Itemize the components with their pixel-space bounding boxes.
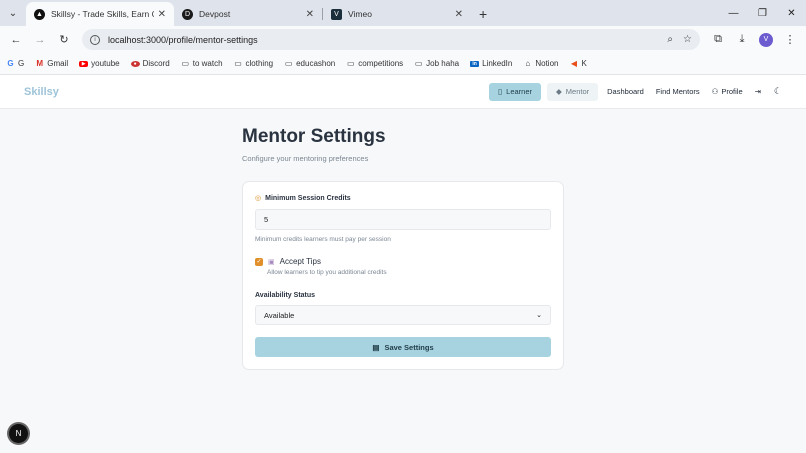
- availability-select[interactable]: Available ⌄: [255, 305, 551, 325]
- gmail-icon: M: [36, 59, 44, 68]
- youtube-icon: ▶: [79, 60, 89, 67]
- page-subtitle: Configure your mentoring preferences: [242, 154, 369, 163]
- logout-icon[interactable]: ⇥: [752, 87, 764, 96]
- download-icon[interactable]: ⤓: [732, 30, 752, 50]
- min-credits-input[interactable]: 5: [255, 209, 551, 230]
- dashboard-link[interactable]: Dashboard: [604, 87, 647, 96]
- bookmark-youtube[interactable]: ▶ youtube: [79, 59, 120, 68]
- availability-value: Available: [264, 310, 295, 320]
- settings-main: Mentor Settings Configure your mentoring…: [242, 126, 564, 370]
- find-mentors-link[interactable]: Find Mentors: [653, 87, 703, 96]
- site-info-icon[interactable]: i: [90, 34, 100, 45]
- notion-icon: ⌂: [525, 59, 531, 68]
- browser-toolbar: ← → ↻ i localhost:3000/profile/mentor-se…: [0, 26, 806, 53]
- accept-tips-checkbox[interactable]: ✓: [255, 257, 263, 266]
- accept-tips-row: ✓ ▣ Accept Tips: [255, 257, 551, 266]
- bookmark-google[interactable]: GG: [6, 59, 24, 68]
- address-bar[interactable]: i localhost:3000/profile/mentor-settings…: [82, 29, 700, 50]
- moon-icon[interactable]: ☾: [774, 86, 782, 97]
- minimize-icon[interactable]: —: [719, 0, 748, 26]
- nextjs-badge[interactable]: N: [9, 424, 28, 443]
- folder-icon: ▭: [181, 59, 189, 68]
- forward-icon[interactable]: →: [30, 30, 50, 50]
- user-icon: ⚇: [711, 87, 719, 96]
- min-credits-label: ◎ Minimum Session Credits: [255, 194, 351, 203]
- graduation-cap-icon: ◆: [556, 87, 562, 96]
- close-window-icon[interactable]: ✕: [777, 0, 806, 26]
- bookmark-folder[interactable]: ▭ Job haha: [414, 59, 459, 68]
- gift-icon: ▣: [268, 258, 275, 266]
- skillsy-favicon-icon: ▲: [34, 8, 45, 20]
- bookmark-folder[interactable]: ▭ competitions: [346, 59, 403, 68]
- book-icon: ▯: [498, 87, 503, 96]
- accept-tips-label[interactable]: Accept Tips: [280, 257, 321, 266]
- bookmark-notion[interactable]: ⌂ Notion: [523, 59, 558, 68]
- vimeo-favicon-icon: V: [331, 8, 342, 20]
- chevron-down-icon: ⌄: [536, 312, 542, 319]
- bookmark-gmail[interactable]: M Gmail: [35, 59, 68, 68]
- coins-icon: ◎: [255, 195, 262, 202]
- close-icon[interactable]: ✕: [158, 9, 166, 20]
- bookmark-star-icon[interactable]: ☆: [683, 34, 692, 45]
- folder-icon: ▭: [346, 59, 355, 68]
- bookmark-linkedin[interactable]: in LinkedIn: [470, 59, 512, 68]
- accept-tips-help: Allow learners to tip you additional cre…: [267, 269, 387, 276]
- restore-icon[interactable]: ❐: [748, 0, 777, 26]
- bookmark-folder[interactable]: ▭ educashon: [284, 59, 335, 68]
- save-settings-button[interactable]: ▤ Save Settings: [255, 337, 551, 357]
- tab-vimeo[interactable]: V Vimeo ✕: [323, 2, 471, 26]
- min-credits-help: Minimum credits learners must pay per se…: [255, 236, 391, 243]
- tab-search-icon[interactable]: ⌄: [4, 4, 22, 22]
- folder-icon: ▭: [234, 59, 242, 68]
- tab-skillsy[interactable]: ▲ Skillsy - Trade Skills, Earn Credit ✕: [26, 2, 174, 26]
- page-title: Mentor Settings: [242, 126, 386, 147]
- close-icon[interactable]: ✕: [306, 9, 314, 20]
- google-icon: G: [7, 59, 14, 68]
- extensions-icon[interactable]: ⧉: [708, 30, 728, 50]
- tab-title: Skillsy - Trade Skills, Earn Credit: [51, 9, 154, 19]
- bookmarks-bar: GG M Gmail ▶ youtube ● Discord ▭ to watch ▭ c…: [0, 53, 806, 75]
- profile-link[interactable]: ⚇ Profile: [709, 87, 746, 96]
- new-tab-icon[interactable]: +: [479, 6, 487, 22]
- linkedin-icon: in: [470, 60, 480, 67]
- k-icon: ◀: [570, 59, 578, 68]
- browser-tabstrip: ⌄ ▲ Skillsy - Trade Skills, Earn Credit …: [0, 0, 806, 26]
- profile-avatar[interactable]: V: [756, 30, 776, 50]
- bookmark-folder[interactable]: ▭ clothing: [234, 59, 273, 68]
- url-text[interactable]: localhost:3000/profile/mentor-settings: [108, 35, 657, 45]
- window-controls: — ❐ ✕: [719, 0, 806, 26]
- folder-icon: ▭: [414, 59, 423, 68]
- learner-mode-button[interactable]: ▯ Learner: [489, 82, 542, 101]
- devpost-favicon-icon: D: [182, 8, 193, 20]
- save-icon: ▤: [372, 342, 380, 352]
- menu-kebab-icon[interactable]: ⋮: [780, 30, 800, 50]
- availability-label: Availability Status: [255, 292, 316, 299]
- app-logo[interactable]: Skillsy: [24, 86, 59, 98]
- discord-icon: ●: [130, 60, 140, 67]
- zoom-icon[interactable]: ⌕: [667, 34, 673, 45]
- app-nav: ▯ Learner ◆ Mentor Dashboard Find Mentor…: [489, 82, 782, 101]
- tab-title: Vimeo: [348, 9, 372, 19]
- mentor-mode-button[interactable]: ◆ Mentor: [547, 82, 599, 101]
- settings-card: ◎ Minimum Session Credits 5 Minimum cred…: [242, 181, 564, 370]
- bookmark-k[interactable]: ◀ K: [569, 59, 587, 68]
- back-icon[interactable]: ←: [6, 30, 26, 50]
- bookmark-folder[interactable]: ▭ to watch: [181, 59, 222, 68]
- tab-title: Devpost: [199, 9, 231, 19]
- app-header: Skillsy ▯ Learner ◆ Mentor Dashboard Fin…: [0, 75, 806, 109]
- reload-icon[interactable]: ↻: [54, 30, 74, 50]
- folder-icon: ▭: [284, 59, 293, 68]
- tab-devpost[interactable]: D Devpost ✕: [174, 2, 322, 26]
- close-icon[interactable]: ✕: [455, 9, 463, 20]
- bookmark-discord[interactable]: ● Discord: [130, 59, 170, 68]
